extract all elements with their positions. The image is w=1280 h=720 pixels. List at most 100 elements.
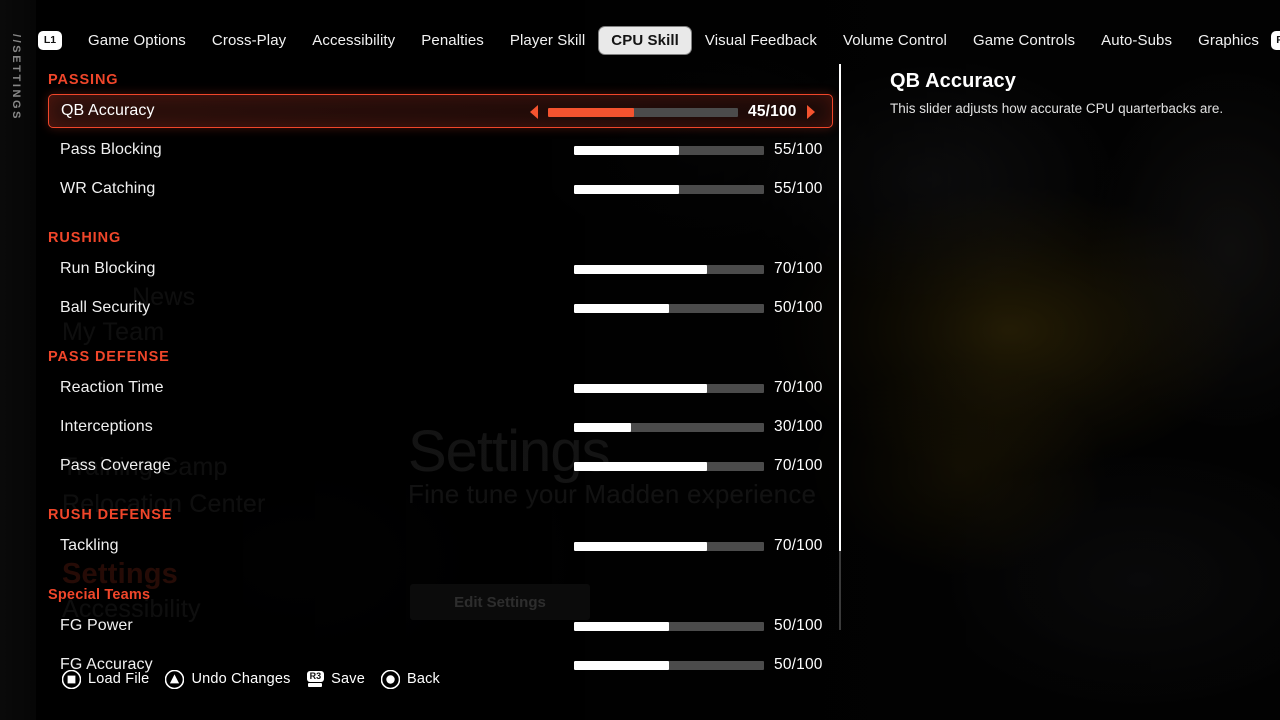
slider-control[interactable]: 55/100 bbox=[540, 172, 825, 206]
setting-row[interactable]: Tackling 70/100 bbox=[48, 529, 833, 563]
slider-control[interactable]: 55/100 bbox=[540, 133, 825, 167]
setting-label: FG Power bbox=[60, 617, 133, 634]
setting-label: WR Catching bbox=[60, 180, 156, 197]
setting-label: Pass Blocking bbox=[60, 141, 162, 158]
tab-player-skill[interactable]: Player Skill bbox=[498, 27, 597, 54]
prompt-label: Load File bbox=[88, 671, 150, 687]
setting-label: Reaction Time bbox=[60, 379, 164, 396]
setting-row-selected[interactable]: QB Accuracy 45/100 bbox=[48, 94, 833, 128]
button-prompt-bar: Load File Undo Changes R3 Save Back bbox=[62, 666, 456, 692]
l1-bumper-badge[interactable]: L1 bbox=[38, 30, 62, 50]
prompt-save[interactable]: R3 Save bbox=[306, 671, 365, 687]
tab-bar: L1 Game Options Cross-Play Accessibility Pe… bbox=[0, 22, 1280, 58]
scrollbar-thumb[interactable] bbox=[839, 64, 841, 551]
tab-game-controls[interactable]: Game Controls bbox=[961, 27, 1087, 54]
slider-control[interactable]: 50/100 bbox=[540, 609, 825, 643]
setting-row[interactable]: Reaction Time 70/100 bbox=[48, 371, 833, 405]
slider-fill bbox=[548, 107, 634, 117]
slider-value: 30/100 bbox=[774, 418, 823, 435]
setting-row[interactable]: Ball Security 50/100 bbox=[48, 291, 833, 325]
slider-value: 55/100 bbox=[774, 180, 823, 197]
setting-label: Interceptions bbox=[60, 418, 153, 435]
slider-track[interactable] bbox=[574, 145, 764, 155]
slider-control[interactable]: 50/100 bbox=[540, 291, 825, 325]
slider-increase-arrow-icon[interactable] bbox=[805, 104, 818, 120]
slider-value: 70/100 bbox=[774, 379, 823, 396]
tab-volume-control[interactable]: Volume Control bbox=[831, 27, 959, 54]
setting-row[interactable]: Pass Blocking 55/100 bbox=[48, 133, 833, 167]
tab-game-options[interactable]: Game Options bbox=[76, 27, 198, 54]
slider-track[interactable] bbox=[574, 303, 764, 313]
slider-track[interactable] bbox=[574, 461, 764, 471]
r3-stick-icon: R3 bbox=[306, 671, 325, 687]
slider-fill bbox=[574, 541, 707, 551]
tab-cross-play[interactable]: Cross-Play bbox=[200, 27, 298, 54]
section-header-pass-defense: PASS DEFENSE bbox=[48, 349, 170, 365]
slider-control[interactable]: 45/100 bbox=[527, 95, 827, 129]
r1-bumper-badge[interactable]: R1 bbox=[1270, 30, 1280, 50]
setting-row[interactable]: Interceptions 30/100 bbox=[48, 410, 833, 444]
tab-auto-subs[interactable]: Auto-Subs bbox=[1089, 27, 1184, 54]
setting-row[interactable]: FG Power 50/100 bbox=[48, 609, 833, 643]
setting-row[interactable]: Run Blocking 70/100 bbox=[48, 252, 833, 286]
slider-control[interactable]: 70/100 bbox=[540, 529, 825, 563]
tab-graphics[interactable]: Graphics bbox=[1186, 27, 1271, 54]
slider-value: 55/100 bbox=[774, 141, 823, 158]
settings-scrollbar[interactable] bbox=[839, 64, 841, 630]
prompt-undo-changes[interactable]: Undo Changes bbox=[165, 669, 291, 689]
slider-track[interactable] bbox=[574, 184, 764, 194]
slider-track[interactable] bbox=[574, 264, 764, 274]
triangle-button-icon bbox=[165, 669, 185, 689]
slider-value: 45/100 bbox=[748, 103, 797, 120]
slider-fill bbox=[574, 145, 679, 155]
slider-control[interactable]: 70/100 bbox=[540, 449, 825, 483]
tab-penalties[interactable]: Penalties bbox=[409, 27, 496, 54]
section-header-passing: PASSING bbox=[48, 72, 119, 88]
setting-row[interactable]: Pass Coverage 70/100 bbox=[48, 449, 833, 483]
slider-fill bbox=[574, 303, 669, 313]
slider-decrease-arrow-icon[interactable] bbox=[527, 104, 540, 120]
prompt-label: Save bbox=[331, 671, 365, 687]
section-header-rush-defense: RUSH DEFENSE bbox=[48, 507, 173, 523]
slider-control[interactable]: 70/100 bbox=[540, 252, 825, 286]
prompt-label: Back bbox=[406, 671, 441, 687]
slider-control[interactable]: 70/100 bbox=[540, 371, 825, 405]
slider-control[interactable]: 30/100 bbox=[540, 410, 825, 444]
setting-label: Pass Coverage bbox=[60, 457, 171, 474]
info-panel: QB Accuracy This slider adjusts how accu… bbox=[890, 70, 1270, 118]
slider-fill bbox=[574, 621, 669, 631]
prompt-load-file[interactable]: Load File bbox=[62, 669, 150, 689]
slider-value: 50/100 bbox=[774, 656, 823, 673]
setting-label: Tackling bbox=[60, 537, 119, 554]
slider-track[interactable] bbox=[574, 541, 764, 551]
slider-track[interactable] bbox=[574, 621, 764, 631]
tab-cpu-skill[interactable]: CPU Skill bbox=[599, 26, 691, 54]
slider-track[interactable] bbox=[574, 383, 764, 393]
setting-row[interactable]: WR Catching 55/100 bbox=[48, 172, 833, 206]
slider-track[interactable] bbox=[548, 107, 738, 117]
prompt-back[interactable]: Back bbox=[380, 669, 441, 689]
slider-track[interactable] bbox=[574, 422, 764, 432]
tab-accessibility[interactable]: Accessibility bbox=[300, 27, 407, 54]
slider-fill bbox=[574, 660, 669, 670]
prompt-label: Undo Changes bbox=[191, 671, 291, 687]
left-rail: //SETTINGS bbox=[0, 0, 36, 720]
slider-value: 70/100 bbox=[774, 260, 823, 277]
setting-label: QB Accuracy bbox=[61, 102, 155, 119]
setting-label: Ball Security bbox=[60, 299, 151, 316]
setting-label: Run Blocking bbox=[60, 260, 156, 277]
slider-control[interactable]: 50/100 bbox=[540, 648, 825, 682]
slider-value: 50/100 bbox=[774, 299, 823, 316]
tab-visual-feedback[interactable]: Visual Feedback bbox=[693, 27, 829, 54]
info-panel-description: This slider adjusts how accurate CPU qua… bbox=[890, 101, 1224, 116]
slider-value: 70/100 bbox=[774, 457, 823, 474]
slider-fill bbox=[574, 383, 707, 393]
settings-list: PASSING QB Accuracy 45/100 Pass Blocking 55/… bbox=[48, 66, 833, 673]
slider-value: 70/100 bbox=[774, 537, 823, 554]
slider-value: 50/100 bbox=[774, 617, 823, 634]
info-panel-title: QB Accuracy bbox=[890, 70, 1016, 92]
slider-track[interactable] bbox=[574, 660, 764, 670]
